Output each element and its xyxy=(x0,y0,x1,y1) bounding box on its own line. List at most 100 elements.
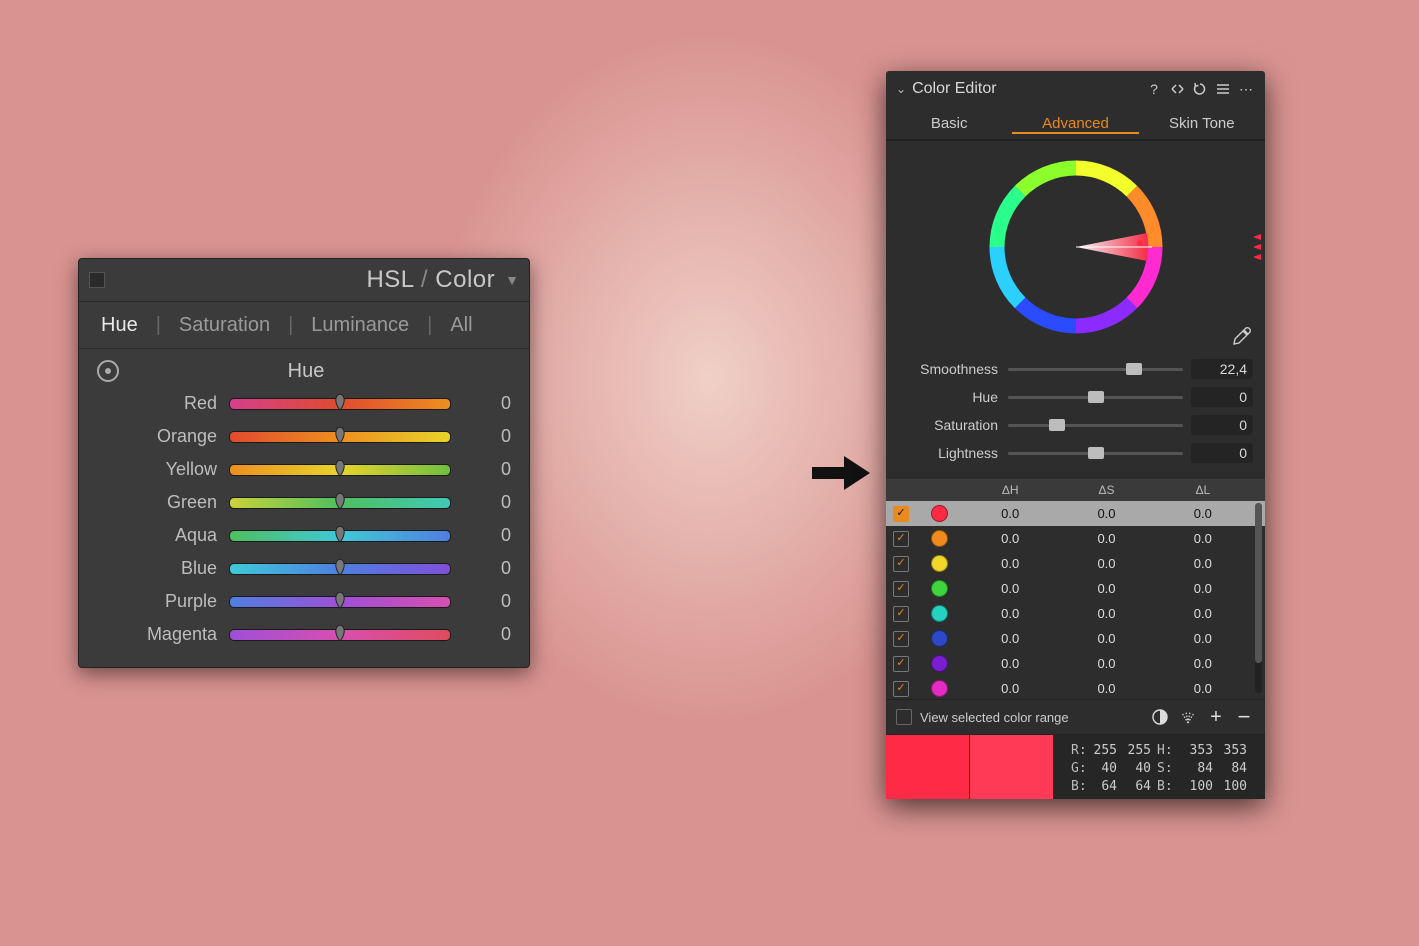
smoothness-label: Smoothness xyxy=(898,361,1008,377)
ce-title: Color Editor xyxy=(912,80,1140,98)
row-checkbox[interactable]: ✓ xyxy=(893,506,909,522)
cell-dl: 0.0 xyxy=(1155,606,1251,621)
cell-dl: 0.0 xyxy=(1155,581,1251,596)
hsl-value[interactable]: 0 xyxy=(451,492,511,513)
slider-knob[interactable] xyxy=(329,457,351,479)
expand-icon[interactable] xyxy=(1168,80,1186,98)
hsl-value[interactable]: 0 xyxy=(451,558,511,579)
hsl-row-purple: Purple0 xyxy=(97,585,511,618)
hsl-value[interactable]: 0 xyxy=(451,525,511,546)
cell-dl: 0.0 xyxy=(1155,506,1251,521)
tab-luminance[interactable]: Luminance xyxy=(307,314,413,337)
row-checkbox[interactable]: ✓ xyxy=(893,631,909,647)
ce-tab-skin-tone[interactable]: Skin Tone xyxy=(1139,115,1265,132)
table-row[interactable]: ✓0.00.00.0 xyxy=(886,576,1265,601)
cell-dh: 0.0 xyxy=(962,656,1058,671)
table-header: ΔH ΔS ΔL xyxy=(886,479,1265,501)
hsl-slider-purple[interactable] xyxy=(229,596,451,608)
saturation-value[interactable]: 0 xyxy=(1191,415,1253,435)
hsl-slider-blue[interactable] xyxy=(229,563,451,575)
color-wheel[interactable] xyxy=(982,153,1170,341)
table-row[interactable]: ✓0.00.00.0 xyxy=(886,651,1265,676)
panel-toggle-dot[interactable] xyxy=(89,272,105,288)
hsl-slider-yellow[interactable] xyxy=(229,464,451,476)
chevron-down-icon[interactable]: ⌄ xyxy=(896,82,906,96)
help-icon[interactable]: ? xyxy=(1145,80,1163,98)
hsl-slider-magenta[interactable] xyxy=(229,629,451,641)
tab-all[interactable]: All xyxy=(446,314,476,337)
range-marker-bot[interactable] xyxy=(1253,247,1261,263)
slider-knob[interactable] xyxy=(329,556,351,578)
cell-dl: 0.0 xyxy=(1155,681,1251,696)
hsl-row-orange: Orange0 xyxy=(97,420,511,453)
lightness-knob[interactable] xyxy=(1088,447,1104,459)
hue-value[interactable]: 0 xyxy=(1191,387,1253,407)
row-checkbox[interactable]: ✓ xyxy=(893,581,909,597)
row-checkbox[interactable]: ✓ xyxy=(893,606,909,622)
slider-knob[interactable] xyxy=(329,589,351,611)
hsl-title: HSL / Color xyxy=(113,266,495,294)
view-range-checkbox[interactable] xyxy=(896,709,912,725)
saturation-knob[interactable] xyxy=(1049,419,1065,431)
cell-ds: 0.0 xyxy=(1058,681,1154,696)
saturation-track[interactable] xyxy=(1008,424,1183,427)
table-row[interactable]: ✓0.00.00.0 xyxy=(886,626,1265,651)
fan-icon[interactable] xyxy=(1177,706,1199,728)
remove-color-button[interactable]: − xyxy=(1233,706,1255,728)
hsl-label: Blue xyxy=(97,558,229,579)
slider-knob[interactable] xyxy=(329,523,351,545)
slider-saturation: Saturation 0 xyxy=(898,411,1253,439)
tab-hue[interactable]: Hue xyxy=(97,314,142,337)
hue-track[interactable] xyxy=(1008,396,1183,399)
cell-dh: 0.0 xyxy=(962,531,1058,546)
col-ds: ΔS xyxy=(1058,483,1154,497)
more-icon[interactable]: ⋯ xyxy=(1237,80,1255,98)
row-checkbox[interactable]: ✓ xyxy=(893,681,909,697)
hsl-value[interactable]: 0 xyxy=(451,459,511,480)
hsl-value[interactable]: 0 xyxy=(451,393,511,414)
lightness-value[interactable]: 0 xyxy=(1191,443,1253,463)
hsl-value[interactable]: 0 xyxy=(451,426,511,447)
ce-tab-basic[interactable]: Basic xyxy=(886,115,1012,132)
hsl-rows: Red0Orange0Yellow0Green0Aqua0Blue0Purple… xyxy=(97,387,511,651)
table-scrollbar[interactable] xyxy=(1255,503,1262,693)
hsl-value[interactable]: 0 xyxy=(451,624,511,645)
cell-dh: 0.0 xyxy=(962,631,1058,646)
hsl-subheading: Hue xyxy=(101,360,511,383)
hsl-slider-orange[interactable] xyxy=(229,431,451,443)
hsl-body: Hue Red0Orange0Yellow0Green0Aqua0Blue0Pu… xyxy=(79,349,529,667)
row-checkbox[interactable]: ✓ xyxy=(893,556,909,572)
hsl-value[interactable]: 0 xyxy=(451,591,511,612)
collapse-icon[interactable]: ▼ xyxy=(505,272,519,288)
ce-sliders: Smoothness 22,4 Hue 0 Saturation 0 Light… xyxy=(886,351,1265,473)
slider-knob[interactable] xyxy=(329,424,351,446)
table-row[interactable]: ✓0.00.00.0 xyxy=(886,526,1265,551)
table-row[interactable]: ✓0.00.00.0 xyxy=(886,551,1265,576)
row-checkbox[interactable]: ✓ xyxy=(893,656,909,672)
lightness-track[interactable] xyxy=(1008,452,1183,455)
table-row[interactable]: ✓0.00.00.0 xyxy=(886,676,1265,699)
tab-saturation[interactable]: Saturation xyxy=(175,314,274,337)
table-row[interactable]: ✓0.00.00.0 xyxy=(886,601,1265,626)
smoothness-value[interactable]: 22,4 xyxy=(1191,359,1253,379)
eyedropper-icon[interactable] xyxy=(1231,325,1253,347)
row-checkbox[interactable]: ✓ xyxy=(893,531,909,547)
mask-icon[interactable] xyxy=(1149,706,1171,728)
slider-knob[interactable] xyxy=(329,490,351,512)
hue-knob[interactable] xyxy=(1088,391,1104,403)
ce-tab-advanced[interactable]: Advanced xyxy=(1012,115,1138,132)
slider-knob[interactable] xyxy=(329,391,351,413)
smoothness-track[interactable] xyxy=(1008,368,1183,371)
target-adjust-icon[interactable] xyxy=(97,360,119,382)
reset-icon[interactable] xyxy=(1191,80,1209,98)
menu-icon[interactable] xyxy=(1214,80,1232,98)
hsl-slider-red[interactable] xyxy=(229,398,451,410)
hsl-slider-green[interactable] xyxy=(229,497,451,509)
hsl-slider-aqua[interactable] xyxy=(229,530,451,542)
table-row[interactable]: ✓0.00.00.0 xyxy=(886,501,1265,526)
slider-knob[interactable] xyxy=(329,622,351,644)
smoothness-knob[interactable] xyxy=(1126,363,1142,375)
view-range-label: View selected color range xyxy=(920,710,1143,725)
hsl-label: Red xyxy=(97,393,229,414)
add-color-button[interactable]: + xyxy=(1205,706,1227,728)
